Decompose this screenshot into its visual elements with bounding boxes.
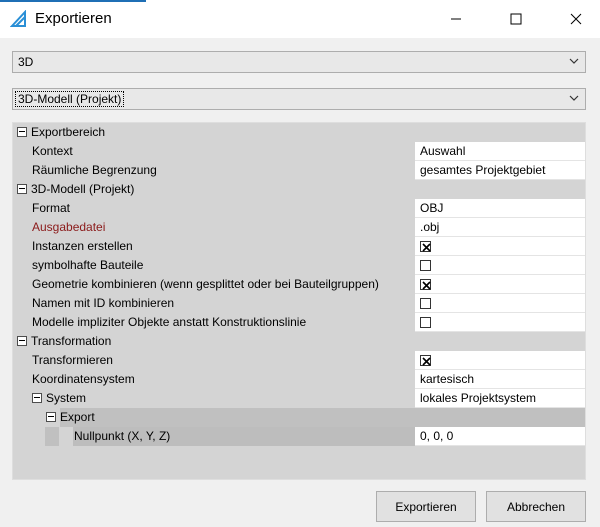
row-kontext[interactable]: Kontext Auswahl bbox=[13, 142, 585, 161]
row-ausgabedatei[interactable]: Ausgabedatei .obj bbox=[13, 218, 585, 237]
row-raeumliche-begrenzung[interactable]: Räumliche Begrenzung gesamtes Projektgeb… bbox=[13, 161, 585, 180]
symbolhaft-checkbox[interactable] bbox=[420, 260, 431, 271]
section-export[interactable]: Export bbox=[13, 408, 585, 427]
row-nullpunkt[interactable]: Nullpunkt (X, Y, Z) 0, 0, 0 bbox=[13, 427, 585, 446]
row-transformieren[interactable]: Transformieren bbox=[13, 351, 585, 370]
property-grid: Exportbereich Kontext Auswahl Räumliche … bbox=[12, 122, 586, 480]
ausgabedatei-value[interactable]: .obj bbox=[415, 218, 585, 237]
system-label: System bbox=[46, 391, 87, 405]
row-instanzen[interactable]: Instanzen erstellen bbox=[13, 237, 585, 256]
namen-value bbox=[415, 294, 585, 313]
minimize-button[interactable] bbox=[432, 0, 480, 38]
row-koordinatensystem[interactable]: Koordinatensystem kartesisch bbox=[13, 370, 585, 389]
row-geometrie[interactable]: Geometrie kombinieren (wenn gesplittet o… bbox=[13, 275, 585, 294]
kontext-value[interactable]: Auswahl bbox=[415, 142, 585, 161]
collapse-icon[interactable] bbox=[17, 127, 27, 137]
window-title: Exportieren bbox=[35, 10, 112, 27]
section-label: 3D-Modell (Projekt) bbox=[31, 182, 135, 196]
row-modelle[interactable]: Modelle impliziter Objekte anstatt Konst… bbox=[13, 313, 585, 332]
section-3d-modell[interactable]: 3D-Modell (Projekt) bbox=[13, 180, 585, 199]
model-dropdown-value: 3D-Modell (Projekt) bbox=[14, 91, 125, 107]
transformieren-checkbox[interactable] bbox=[420, 355, 431, 366]
namen-label: Namen mit ID kombinieren bbox=[32, 296, 175, 310]
app-icon bbox=[10, 10, 26, 27]
section-label: Export bbox=[60, 410, 95, 424]
collapse-icon[interactable] bbox=[46, 412, 56, 422]
row-namen[interactable]: Namen mit ID kombinieren bbox=[13, 294, 585, 313]
kontext-label: Kontext bbox=[32, 144, 73, 158]
maximize-button[interactable] bbox=[492, 0, 540, 38]
format-value[interactable]: OBJ bbox=[415, 199, 585, 218]
cancel-button[interactable]: Abbrechen bbox=[486, 491, 586, 522]
geometrie-checkbox[interactable] bbox=[420, 279, 431, 290]
close-icon bbox=[570, 13, 582, 25]
instanzen-label: Instanzen erstellen bbox=[32, 239, 133, 253]
check-x-icon bbox=[422, 281, 431, 290]
close-button[interactable] bbox=[552, 0, 600, 38]
begrenzung-label: Räumliche Begrenzung bbox=[32, 163, 157, 177]
system-value[interactable]: lokales Projektsystem bbox=[415, 389, 585, 408]
nullpunkt-label: Nullpunkt (X, Y, Z) bbox=[74, 429, 171, 443]
collapse-icon[interactable] bbox=[32, 393, 42, 403]
section-transformation[interactable]: Transformation bbox=[13, 332, 585, 351]
row-symbolhaft[interactable]: symbolhafte Bauteile bbox=[13, 256, 585, 275]
title-accent-line bbox=[0, 0, 146, 2]
begrenzung-value[interactable]: gesamtes Projektgebiet bbox=[415, 161, 585, 180]
chevron-down-icon bbox=[569, 58, 579, 64]
instanzen-value bbox=[415, 237, 585, 256]
modelle-value bbox=[415, 313, 585, 332]
transformieren-value bbox=[415, 351, 585, 370]
geometrie-label: Geometrie kombinieren (wenn gesplittet o… bbox=[32, 277, 379, 291]
collapse-icon[interactable] bbox=[17, 336, 27, 346]
row-system[interactable]: System lokales Projektsystem bbox=[13, 389, 585, 408]
symbolhaft-label: symbolhafte Bauteile bbox=[32, 258, 144, 272]
modelle-checkbox[interactable] bbox=[420, 317, 431, 328]
chevron-down-icon bbox=[569, 95, 579, 101]
maximize-icon bbox=[510, 13, 522, 25]
modelle-label: Modelle impliziter Objekte anstatt Konst… bbox=[32, 315, 307, 329]
nullpunkt-value[interactable]: 0, 0, 0 bbox=[415, 427, 585, 446]
minimize-icon bbox=[451, 18, 461, 20]
namen-checkbox[interactable] bbox=[420, 298, 431, 309]
koordinatensystem-label: Koordinatensystem bbox=[32, 372, 135, 386]
koordinatensystem-value[interactable]: kartesisch bbox=[415, 370, 585, 389]
section-label: Exportbereich bbox=[31, 125, 106, 139]
geometrie-value bbox=[415, 275, 585, 294]
format-label: Format bbox=[32, 201, 71, 215]
format-dropdown[interactable]: 3D bbox=[12, 51, 586, 73]
ausgabedatei-label: Ausgabedatei bbox=[32, 220, 106, 234]
instanzen-checkbox[interactable] bbox=[420, 241, 431, 252]
collapse-icon[interactable] bbox=[17, 184, 27, 194]
section-label: Transformation bbox=[31, 334, 112, 348]
check-x-icon bbox=[422, 357, 431, 366]
section-exportbereich[interactable]: Exportbereich bbox=[13, 123, 585, 142]
model-dropdown[interactable]: 3D-Modell (Projekt) bbox=[12, 88, 586, 110]
row-format[interactable]: Format OBJ bbox=[13, 199, 585, 218]
format-dropdown-value: 3D bbox=[18, 55, 34, 69]
transformieren-label: Transformieren bbox=[32, 353, 113, 367]
check-x-icon bbox=[422, 243, 431, 252]
symbolhaft-value bbox=[415, 256, 585, 275]
export-button[interactable]: Exportieren bbox=[376, 491, 476, 522]
title-bar: Exportieren bbox=[0, 0, 600, 38]
